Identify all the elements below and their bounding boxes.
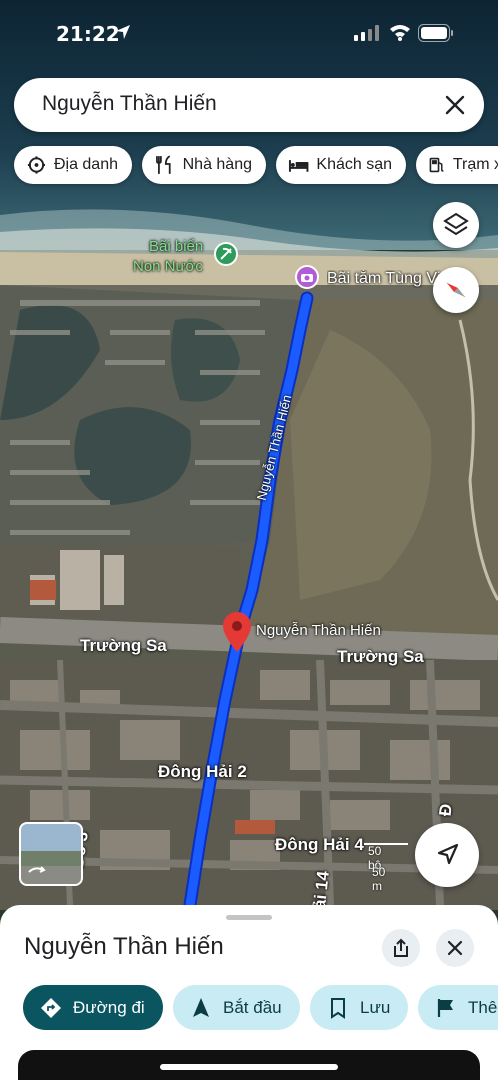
start-label: Bắt đầu — [223, 997, 282, 1017]
chip-landmark[interactable]: Địa danh — [14, 146, 132, 184]
landmark-icon — [27, 156, 46, 174]
place-title: Nguyễn Thần Hiến — [24, 933, 224, 960]
poi-beach-label-line1[interactable]: Bãi biển — [149, 238, 203, 255]
road-label-truong-sa-left: Trường Sa — [80, 636, 167, 655]
layers-icon — [443, 212, 469, 236]
search-bar[interactable]: Nguyễn Thần Hiến — [14, 78, 484, 132]
navigation-arrow-icon — [193, 997, 209, 1017]
save-label: Lưu — [360, 997, 391, 1017]
start-button[interactable]: Bắt đầu — [173, 985, 300, 1030]
chip-hotel-label: Khách sạn — [316, 156, 392, 173]
road-label-dong-hai-2: Đông Hải 2 — [158, 762, 247, 781]
directions-label: Đường đi — [73, 997, 145, 1017]
road-label-dong-hai-4: Đông Hải 4 — [275, 835, 364, 854]
status-bar: 21:22 — [0, 0, 498, 66]
chip-restaurant[interactable]: Nhà hàng — [142, 146, 266, 184]
compass-icon — [446, 282, 466, 298]
layers-button[interactable] — [433, 202, 479, 248]
road-label-truong-sa-right: Trường Sa — [337, 647, 424, 666]
search-input[interactable]: Nguyễn Thần Hiến — [42, 92, 217, 116]
category-chips: Địa danh Nhà hàng Khách sạn Trạm x — [0, 146, 498, 186]
flag-icon — [437, 998, 453, 1017]
pin-label: Nguyễn Thần Hiến — [256, 622, 381, 639]
share-icon — [394, 938, 408, 957]
home-indicator-bar — [18, 1050, 480, 1080]
cellular-signal-icon — [354, 25, 379, 41]
hotel-icon — [288, 160, 309, 172]
sheet-drag-handle[interactable] — [226, 915, 272, 920]
close-icon — [447, 940, 463, 956]
road-label-side-mid: ải 14 — [309, 870, 333, 910]
share-button[interactable] — [382, 929, 420, 967]
status-time: 21:22 — [56, 22, 120, 46]
directions-button[interactable]: Đường đi — [23, 985, 163, 1030]
navigation-arrow-icon — [437, 843, 459, 865]
chip-restaurant-label: Nhà hàng — [182, 156, 252, 173]
save-button[interactable]: Lưu — [310, 985, 408, 1030]
chip-landmark-label: Địa danh — [53, 156, 118, 173]
restaurant-icon — [156, 155, 171, 174]
poi-beach-label-line2[interactable]: Non Nước — [133, 258, 203, 275]
battery-icon — [418, 24, 453, 42]
more-button[interactable]: Thê — [418, 985, 498, 1030]
wifi-icon — [390, 25, 410, 41]
directions-icon — [41, 997, 61, 1018]
road-label-side-right: Đ — [435, 802, 456, 818]
close-icon[interactable] — [444, 94, 466, 116]
chip-hotel[interactable]: Khách sạn — [276, 146, 406, 184]
compass-button[interactable] — [433, 267, 479, 313]
chip-gas-station-label: Trạm x — [452, 156, 498, 173]
scale-bottom-label: 50 m — [372, 865, 386, 893]
street-view-thumbnail[interactable] — [19, 822, 83, 886]
beach-poi-icon[interactable] — [214, 242, 238, 266]
action-buttons: Đường đi Bắt đầu Lưu Thê — [0, 985, 498, 1031]
gas-station-icon — [429, 157, 444, 173]
more-label: Thê — [468, 997, 498, 1017]
chip-gas-station[interactable]: Trạm x — [416, 146, 498, 184]
location-arrow-icon — [116, 25, 130, 39]
my-location-button[interactable] — [415, 823, 479, 887]
close-sheet-button[interactable] — [436, 929, 474, 967]
camera-poi-icon[interactable] — [295, 265, 319, 289]
home-indicator[interactable] — [160, 1064, 338, 1070]
bookmark-icon — [331, 997, 345, 1019]
